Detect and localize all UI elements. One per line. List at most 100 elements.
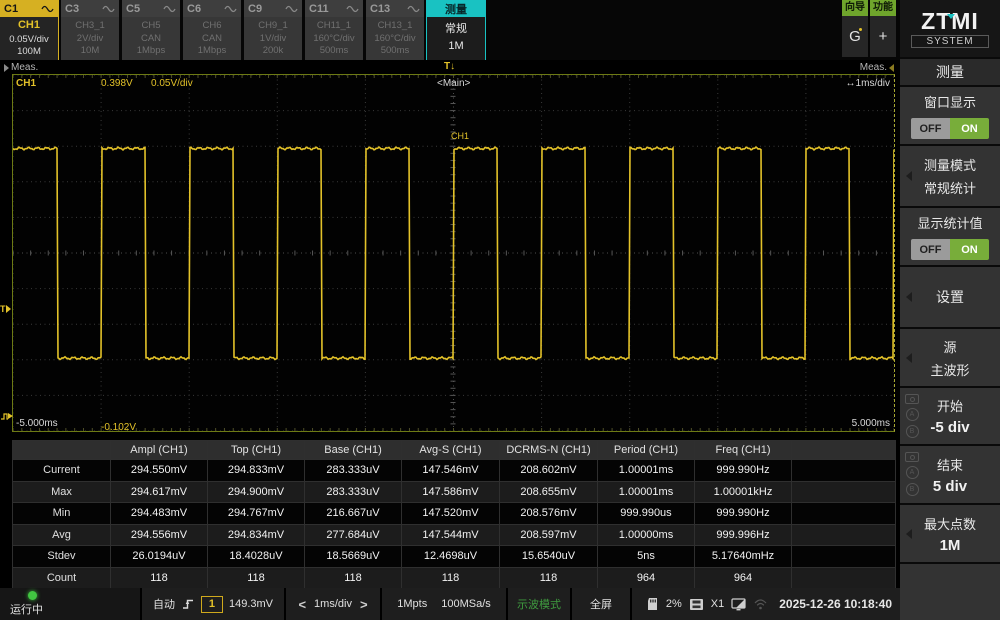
table-row-label: Min xyxy=(13,503,111,525)
end-panel[interactable]: A B 结束 5 div xyxy=(900,446,1000,503)
run-state-indicator[interactable]: 运行中 xyxy=(0,588,140,620)
timebase-decrease-button[interactable]: < xyxy=(298,598,306,611)
meas-tag-left[interactable]: Meas. xyxy=(4,62,38,73)
table-cell xyxy=(792,546,896,568)
function-button[interactable]: 功能 + xyxy=(870,0,896,58)
table-cell: 999.990Hz xyxy=(695,460,792,482)
knob-b-icon: B xyxy=(906,483,919,496)
table-cell: 118 xyxy=(208,568,305,590)
tab-line3: 1Mbps xyxy=(122,45,180,57)
tab-line2: 2V/div xyxy=(61,33,119,45)
window-display-panel[interactable]: 窗口显示 OFF ON xyxy=(900,87,1000,144)
end-value: 5 div xyxy=(933,478,967,495)
system-tray: 2% X1 2025-12-26 10:18:40 xyxy=(632,588,900,620)
timebase-value[interactable]: 1ms/div xyxy=(314,598,352,610)
tab-line2: 0.05V/div xyxy=(0,34,58,46)
triangle-right-icon xyxy=(4,64,9,72)
trigger-position-marker[interactable]: T↓ xyxy=(444,61,455,72)
meas-tag-right[interactable]: Meas. xyxy=(860,62,894,73)
tab-line1: 常规 xyxy=(427,23,485,37)
knob-icon-group: A B xyxy=(905,394,919,438)
table-cell: 294.550mV xyxy=(111,460,208,482)
table-cell: 147.520mV xyxy=(402,503,500,525)
top-right-buttons: 向导 G 功能 + xyxy=(842,0,900,58)
disk-icon[interactable] xyxy=(689,598,704,611)
table-cell: 12.4698uV xyxy=(402,546,500,568)
rising-edge-icon xyxy=(181,597,195,611)
brand-logo: ZTMI SYSTEM xyxy=(900,0,1000,57)
tab-line3: 100M xyxy=(0,46,58,58)
toggle-off-button[interactable]: OFF xyxy=(911,239,950,260)
table-cell: 147.544mV xyxy=(402,525,500,547)
zoom-factor[interactable]: X1 xyxy=(711,598,724,610)
start-panel[interactable]: A B 开始 -5 div xyxy=(900,388,1000,444)
table-cell: 118 xyxy=(500,568,598,590)
source-panel[interactable]: 源 主波形 xyxy=(900,329,1000,386)
settings-panel[interactable]: 设置 xyxy=(900,267,1000,327)
table-cell: 1.00001ms xyxy=(598,482,695,504)
tab-line1: CH11_1 xyxy=(305,20,363,32)
channel-tab-strip: C1 CH10.05V/div100M C3 CH3_12V/div10M C5… xyxy=(0,0,900,60)
start-value: -5 div xyxy=(930,419,969,436)
toggle-off-button[interactable]: OFF xyxy=(911,118,950,139)
show-stats-panel[interactable]: 显示统计值 OFF ON xyxy=(900,208,1000,265)
waveform-display[interactable]: CH1 0.398V 0.05V/div <Main> ↔1ms/div -5.… xyxy=(12,74,895,432)
channel-tab-c13[interactable]: C13 CH13_1160°C/div500ms xyxy=(366,0,424,60)
trigger-source-badge[interactable]: 1 xyxy=(201,596,223,613)
tab-line1: CH13_1 xyxy=(366,20,424,32)
table-header-cell: Avg-S (CH1) xyxy=(402,441,500,460)
waveform-icon xyxy=(285,5,298,13)
trigger-level-value: 149.3mV xyxy=(229,598,273,610)
table-cell: 118 xyxy=(305,568,402,590)
tab-line1: CH1 xyxy=(0,19,58,33)
table-cell: 294.900mV xyxy=(208,482,305,504)
table-cell: 118 xyxy=(111,568,208,590)
table-cell: 216.667uV xyxy=(305,503,402,525)
status-bar: 运行中 自动 1 149.3mV < 1ms/div > 1Mpts 100MS… xyxy=(0,588,900,620)
channel-tab-c11[interactable]: C11 CH11_1160°C/div500ms xyxy=(305,0,363,60)
table-row-label: Count xyxy=(13,568,111,590)
knob-a-icon: A xyxy=(906,466,919,479)
scope-mode-button[interactable]: 示波模式 xyxy=(508,588,570,620)
max-points-panel[interactable]: 最大点数 1M xyxy=(900,505,1000,562)
knob-a-icon: A xyxy=(906,408,919,421)
tab-line3: 1Mbps xyxy=(183,45,241,57)
table-header-cell: Freq (CH1) xyxy=(695,441,792,460)
channel-tab-c3[interactable]: C3 CH3_12V/div10M xyxy=(61,0,119,60)
fullscreen-button[interactable]: 全屏 xyxy=(572,588,630,620)
table-cell: 1.00000ms xyxy=(598,525,695,547)
channel-tab-c6[interactable]: C6 CH6CAN1Mbps xyxy=(183,0,241,60)
channel-tab-c1[interactable]: C1 CH10.05V/div100M xyxy=(0,0,58,60)
timebase-increase-button[interactable]: > xyxy=(360,598,368,611)
view-label: <Main> xyxy=(437,78,470,89)
measure-mode-panel[interactable]: 测量模式 常规统计 xyxy=(900,146,1000,206)
start-label: 开始 xyxy=(937,396,963,415)
table-cell: 147.546mV xyxy=(402,460,500,482)
channel-tab-c5[interactable]: C5 CH5CAN1Mbps xyxy=(122,0,180,60)
knob-icon xyxy=(905,452,919,462)
channel-tab-c9[interactable]: C9 CH9_11V/div200k xyxy=(244,0,302,60)
toggle-on-button[interactable]: ON xyxy=(950,239,989,260)
measure-tab[interactable]: 测量 常规1M xyxy=(427,0,485,60)
wizard-button[interactable]: 向导 G xyxy=(842,0,868,58)
table-cell: 283.333uV xyxy=(305,482,402,504)
chevron-left-icon xyxy=(906,353,912,363)
toggle-on-button[interactable]: ON xyxy=(950,118,989,139)
table-row-label: Current xyxy=(13,460,111,482)
tab-line3: 200k xyxy=(244,45,302,57)
table-cell: 208.655mV xyxy=(500,482,598,504)
tab-line2: 1V/div xyxy=(244,33,302,45)
trigger-mode-label[interactable]: 自动 xyxy=(153,596,175,612)
trigger-status[interactable]: 自动 1 149.3mV xyxy=(142,588,284,620)
display-icon[interactable] xyxy=(731,598,746,611)
sd-card-icon[interactable] xyxy=(646,597,659,611)
trigger-level-marker[interactable]: T xyxy=(0,304,11,314)
table-cell: 294.617mV xyxy=(111,482,208,504)
table-cell xyxy=(792,482,896,504)
tab-line3: 500ms xyxy=(305,45,363,57)
table-cell: 1.00001kHz xyxy=(695,482,792,504)
table-cell xyxy=(792,568,896,590)
ch1-ground-marker[interactable] xyxy=(0,410,14,422)
knob-icon-group: A B xyxy=(905,452,919,496)
ch-position-value: 0.398V xyxy=(101,78,133,89)
